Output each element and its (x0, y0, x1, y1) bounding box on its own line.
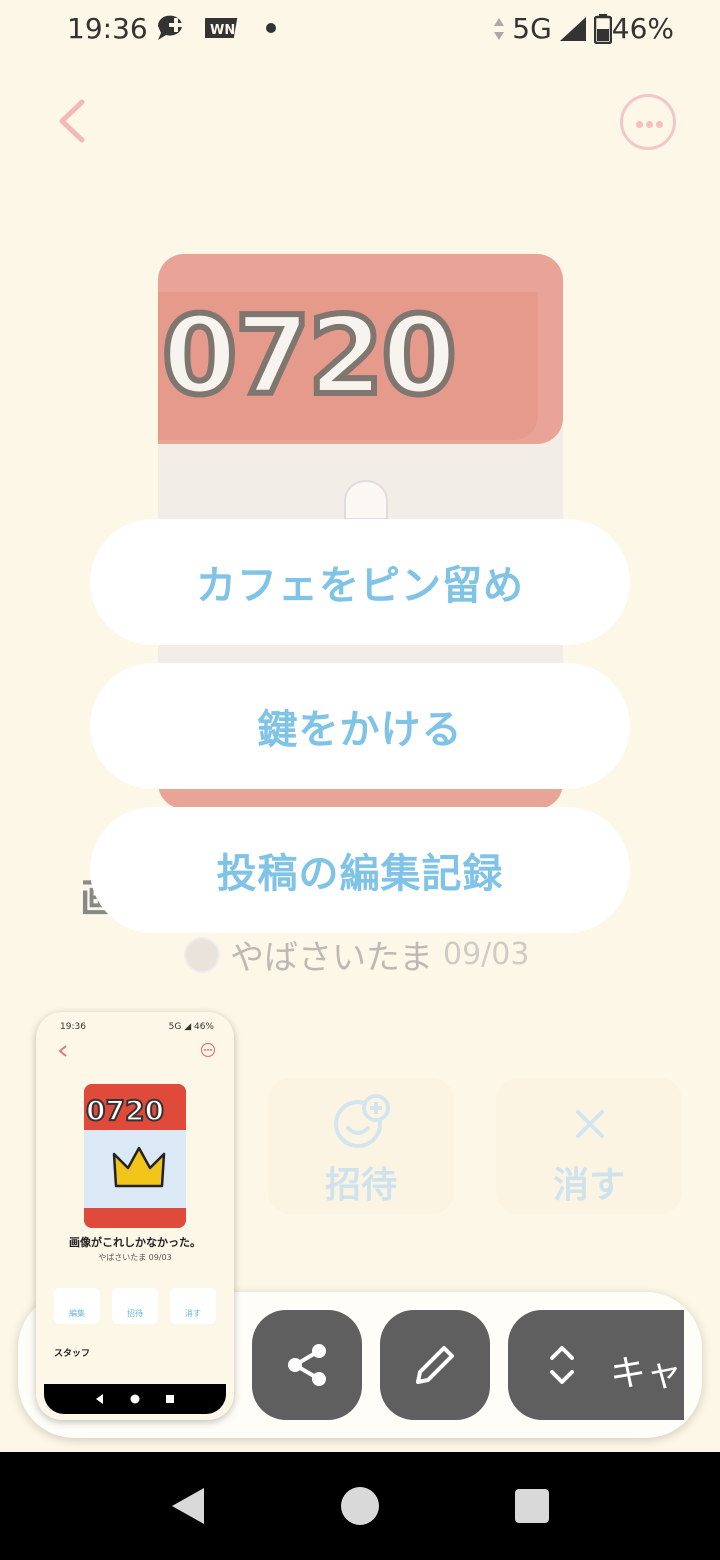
menu-lock-label: 鍵をかける (257, 707, 463, 753)
more-options-icon[interactable] (620, 94, 676, 150)
author-avatar (184, 936, 220, 973)
menu-pin-cafe-label: カフェをピン留め (196, 563, 524, 609)
thumb-image-number: 0720 (85, 1093, 165, 1128)
image-knob (344, 480, 388, 520)
thumb-status-right: 5G ◢ 46% (168, 1022, 214, 1032)
thumb-delete-button: 消す (170, 1288, 216, 1324)
edit-screenshot-button[interactable] (380, 1310, 490, 1420)
status-right: 5G 46% (492, 12, 674, 45)
thumb-invite-label: 招待 (127, 1309, 143, 1318)
thumb-bottom-band (84, 1208, 186, 1228)
nav-back-icon[interactable] (168, 1486, 208, 1526)
invite-smile-plus-icon (334, 1094, 390, 1148)
menu-lock[interactable]: 鍵をかける (90, 663, 630, 789)
nav-recents-icon[interactable] (514, 1488, 550, 1524)
thumb-delete-label: 消す (185, 1309, 201, 1318)
battery-icon (593, 13, 612, 44)
signal-icon (559, 16, 586, 41)
back-chevron-icon[interactable] (52, 96, 92, 146)
screenshot-thumbnail[interactable]: 19:36 5G ◢ 46% 0720 画像がこれしかなかった。 やばさいたま … (36, 1012, 234, 1420)
post-author-row: やばさいたま 09/03 (184, 930, 529, 979)
chat-plus-icon (157, 15, 183, 40)
capture-more-button[interactable]: キャプ (508, 1310, 684, 1420)
delete-label: 消す (552, 1165, 625, 1206)
thumb-post-image: 0720 (84, 1084, 186, 1228)
thumb-edit-button: 編集 (54, 1288, 100, 1324)
thumb-section-title: スタッフ (54, 1349, 91, 1359)
close-x-icon (576, 1110, 604, 1138)
thumb-post-title: 画像がこれしかなかった。 (69, 1236, 201, 1249)
pencil-icon (416, 1346, 454, 1384)
share-icon (288, 1344, 326, 1386)
nav-home-icon[interactable] (340, 1486, 380, 1526)
invite-button[interactable]: 招待 (268, 1078, 454, 1214)
wni-app-icon: WN (205, 18, 238, 38)
status-bar: 19:36 WN 5G 46% (0, 0, 720, 58)
thumb-status-time: 19:36 (60, 1022, 86, 1032)
data-arrows-icon (494, 17, 505, 40)
crown-icon (112, 1146, 166, 1188)
menu-edit-history[interactable]: 投稿の編集記録 (90, 807, 630, 933)
author-name: やばさいたま (230, 938, 433, 978)
battery-label: 46% (611, 12, 674, 45)
delete-button[interactable]: 消す (496, 1078, 682, 1214)
thumb-nav-bar (44, 1384, 226, 1414)
thumb-more-icon (200, 1042, 216, 1058)
thumb-author: やばさいたま 09/03 (98, 1253, 172, 1262)
thumb-edit-label: 編集 (69, 1309, 85, 1318)
notification-dot-icon (266, 23, 276, 33)
status-time: 19:36 (67, 12, 148, 45)
share-button[interactable] (252, 1310, 362, 1420)
expand-arrows-icon (550, 1346, 574, 1384)
system-nav-bar (0, 1452, 720, 1560)
menu-pin-cafe[interactable]: カフェをピン留め (90, 519, 630, 645)
capture-more-label: キャプ (610, 1353, 684, 1394)
thumb-nav-icons (96, 1394, 174, 1404)
thumb-back-icon (58, 1045, 67, 1057)
invite-label: 招待 (324, 1165, 397, 1206)
menu-edit-history-label: 投稿の編集記録 (216, 851, 504, 897)
svg-text:WN: WN (210, 23, 235, 38)
network-label: 5G (512, 12, 552, 45)
image-number-text: 0720 (159, 291, 460, 422)
post-date: 09/03 (442, 937, 530, 972)
thumb-invite-button: 招待 (112, 1288, 158, 1324)
